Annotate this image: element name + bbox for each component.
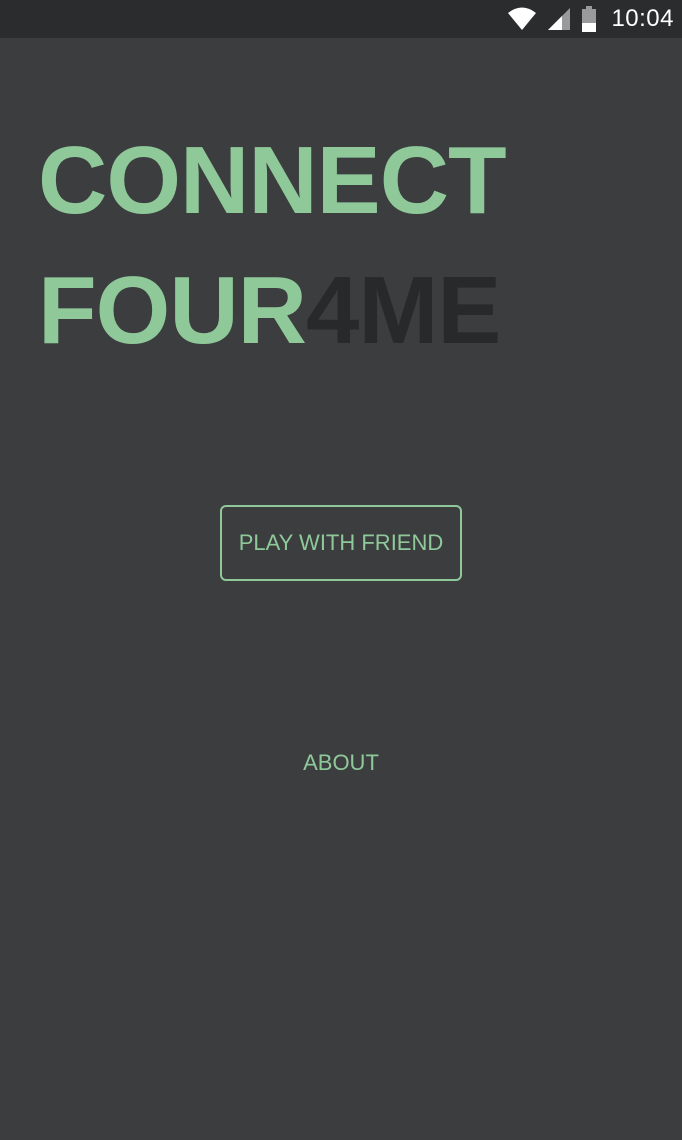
title-four: FOUR [38, 257, 307, 364]
about-button[interactable]: ABOUT [241, 738, 441, 788]
status-icons: 10:04 [507, 0, 674, 38]
cell-signal-icon [547, 7, 571, 31]
title-4me: 4ME [305, 257, 501, 364]
status-bar: 10:04 [0, 0, 682, 38]
battery-icon [581, 6, 597, 32]
play-with-friend-button[interactable]: PLAY WITH FRIEND [220, 505, 462, 581]
app-title: CONNECT FOUR4ME [38, 116, 507, 376]
title-line-four: FOUR4ME [38, 246, 506, 376]
title-line-connect: CONNECT [38, 127, 507, 234]
clock: 10:04 [611, 5, 674, 32]
wifi-icon [507, 7, 537, 31]
